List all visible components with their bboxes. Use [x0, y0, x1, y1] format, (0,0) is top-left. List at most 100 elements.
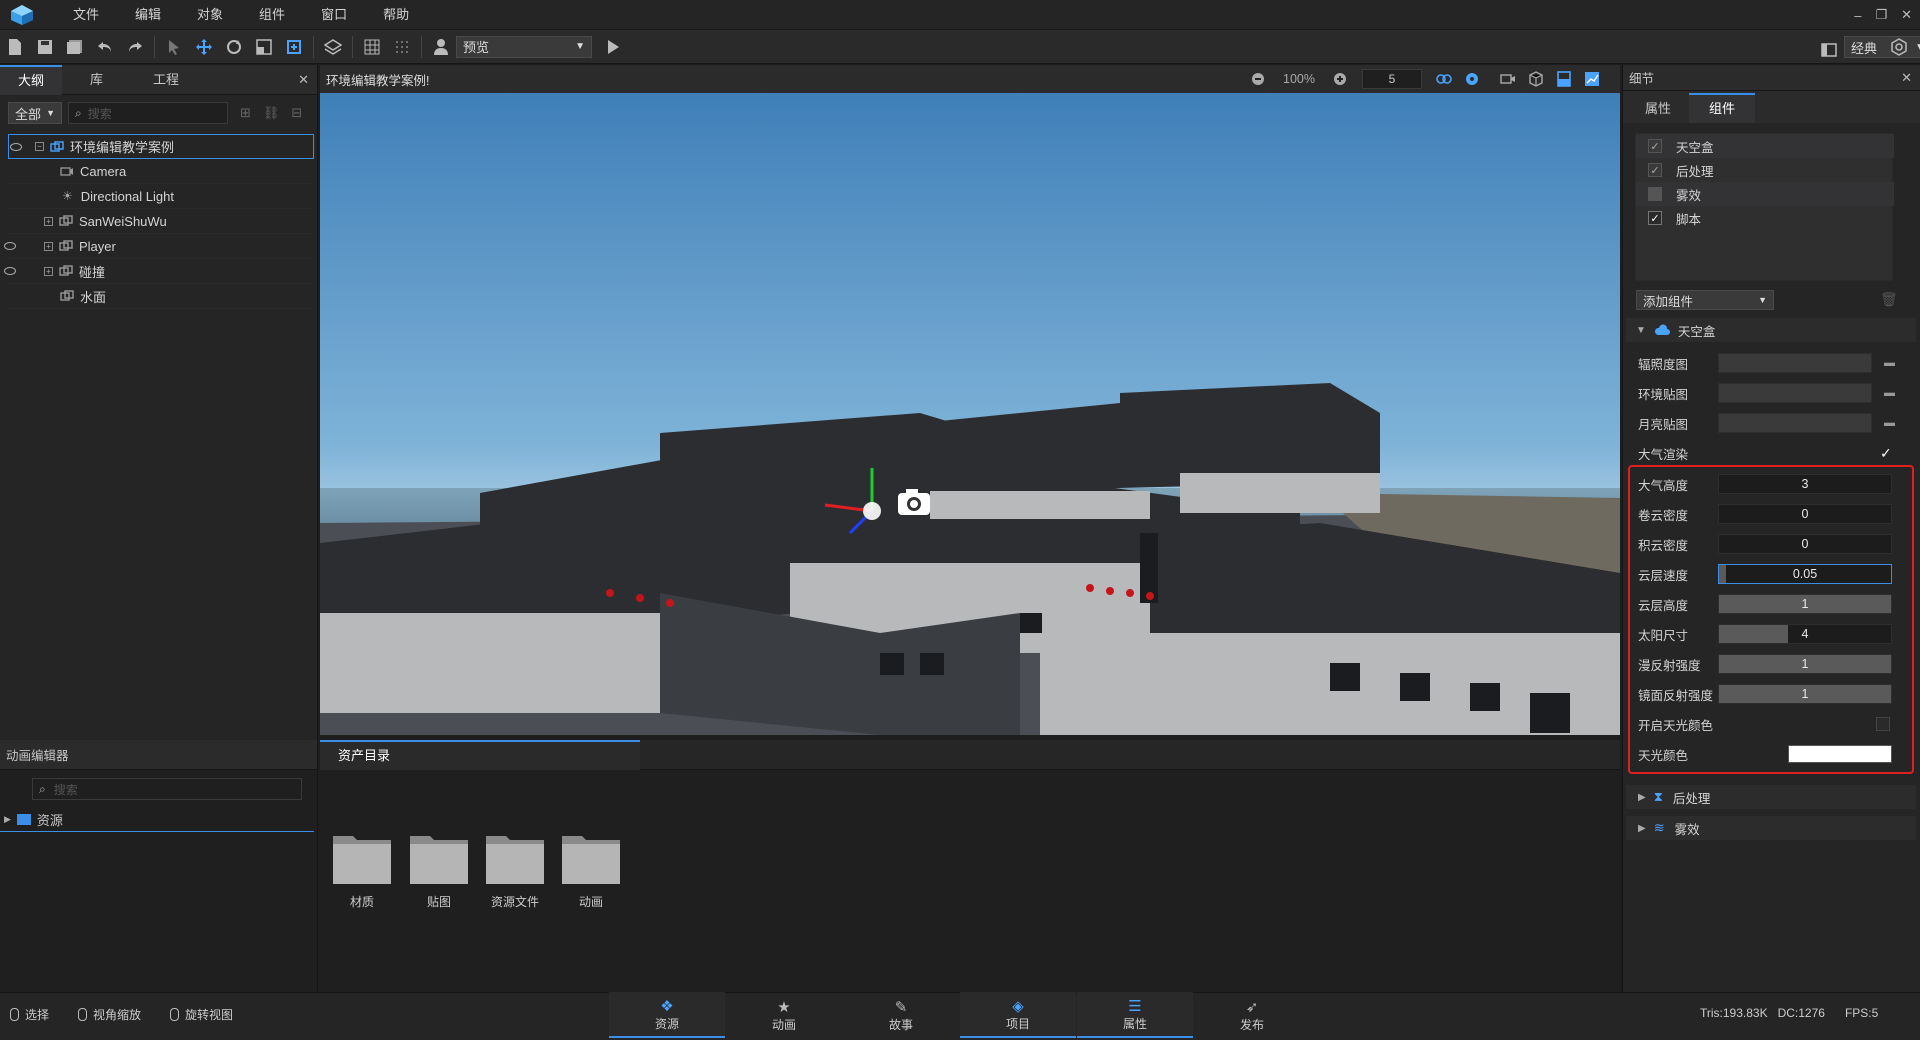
stats-toggle-icon[interactable]	[1578, 65, 1606, 93]
grid-dots-icon[interactable]	[387, 32, 417, 62]
cloud-speed-field[interactable]: 0.05	[1718, 564, 1892, 584]
component-fog[interactable]: 雾效	[1636, 182, 1894, 206]
tab-attributes[interactable]: ☰ 属性	[1077, 992, 1193, 1038]
mode-zoom-view[interactable]: 视角缩放	[78, 1006, 141, 1023]
restore-button[interactable]: ❐	[1875, 7, 1887, 23]
tab-library[interactable]: 库	[62, 65, 131, 95]
tree-item-camera[interactable]: Camera	[8, 159, 314, 184]
camera-speed-input[interactable]: 5	[1362, 69, 1422, 89]
layout-icon[interactable]	[1814, 35, 1844, 65]
component-fog-checkbox[interactable]	[1648, 187, 1662, 201]
tab-asset-directory[interactable]: 资产目录	[320, 739, 640, 770]
environment-map-field[interactable]	[1718, 383, 1872, 403]
folder-materials-icon[interactable]	[331, 830, 393, 886]
moon-map-field[interactable]	[1718, 413, 1872, 433]
folder-icon[interactable]: ▬	[1884, 357, 1895, 369]
section-postprocess[interactable]: ▶ ⧗ 后处理	[1626, 785, 1916, 809]
section-fog[interactable]: ▶ ≋ 雾效	[1626, 816, 1916, 840]
tab-story[interactable]: ✎ 故事	[843, 992, 959, 1038]
tab-outline[interactable]: 大纲	[0, 64, 63, 95]
save-all-icon[interactable]	[60, 32, 90, 62]
zoom-in-icon[interactable]	[1326, 65, 1354, 93]
move-tool-icon[interactable]	[189, 32, 219, 62]
atmosphere-height-field[interactable]: 3	[1718, 474, 1892, 494]
sky-color-swatch[interactable]	[1788, 745, 1892, 763]
menu-object[interactable]: 对象	[179, 0, 241, 30]
component-script-checkbox[interactable]: ✓	[1648, 211, 1662, 225]
folder-textures-icon[interactable]	[408, 830, 470, 886]
save-icon[interactable]	[30, 32, 60, 62]
component-skybox-checkbox[interactable]: ✓	[1648, 139, 1662, 153]
close-icon[interactable]: ✕	[298, 72, 309, 88]
rotate-tool-icon[interactable]	[219, 32, 249, 62]
expand-icon[interactable]: +	[44, 216, 53, 226]
settings-hex-icon[interactable]	[1884, 32, 1914, 62]
menu-window[interactable]: 窗口	[303, 0, 365, 30]
tab-publish[interactable]: ➶ 发布	[1194, 992, 1310, 1038]
tree-item-collision[interactable]: + 碰撞	[4, 259, 314, 284]
camera-view-icon[interactable]	[1494, 65, 1522, 93]
preview-mode-select[interactable]: 预览 ▼	[456, 35, 592, 58]
delete-component-icon[interactable]: 🗑	[1880, 291, 1898, 308]
collapse-tree-icon[interactable]: ⊟	[291, 105, 302, 121]
component-postprocess[interactable]: ✓ 后处理	[1636, 158, 1894, 182]
cumulus-density-field[interactable]: 0	[1718, 534, 1892, 554]
expand-icon[interactable]: +	[44, 241, 53, 251]
zoom-out-icon[interactable]	[1244, 65, 1272, 93]
visibility-eye-icon[interactable]	[4, 242, 16, 250]
menu-help[interactable]: 帮助	[365, 0, 427, 30]
transform-space-icon[interactable]	[1430, 65, 1458, 93]
tree-item-sanweishuwu[interactable]: + SanWeiShuWu	[8, 209, 314, 234]
expand-icon[interactable]: +	[44, 266, 53, 276]
sun-size-slider[interactable]: 4	[1718, 624, 1892, 644]
mode-rotate-view[interactable]: 旋转视图	[170, 1006, 233, 1023]
asset-tree-root[interactable]: ▶ 资源	[0, 808, 314, 832]
folder-resources-icon[interactable]	[484, 830, 546, 886]
select-tool-icon[interactable]	[159, 32, 189, 62]
specular-intensity-slider[interactable]: 1	[1718, 684, 1892, 704]
tab-animation[interactable]: ★ 动画	[726, 992, 842, 1038]
tab-components[interactable]: 组件	[1689, 93, 1756, 123]
folder-icon[interactable]: ▬	[1884, 417, 1895, 429]
character-icon[interactable]	[426, 32, 456, 62]
menu-component[interactable]: 组件	[241, 0, 303, 30]
component-postprocess-checkbox[interactable]: ✓	[1648, 163, 1662, 177]
add-component-select[interactable]: 添加组件 ▼	[1636, 290, 1774, 310]
snap-icon[interactable]	[318, 32, 348, 62]
folder-icon[interactable]: ▬	[1884, 387, 1895, 399]
panel-toggle-icon[interactable]	[1550, 65, 1578, 93]
scale-tool-icon[interactable]	[249, 32, 279, 62]
undo-icon[interactable]	[90, 32, 120, 62]
enable-sky-color-checkbox[interactable]	[1876, 717, 1890, 731]
collapse-icon[interactable]: −	[35, 142, 44, 151]
expand-tree-icon[interactable]: ⊞	[240, 105, 251, 121]
play-icon[interactable]	[598, 32, 628, 62]
tree-item-water[interactable]: 水面	[8, 284, 314, 309]
component-skybox[interactable]: ✓ 天空盒	[1636, 134, 1894, 158]
cloud-height-slider[interactable]: 1	[1718, 594, 1892, 614]
link-icon[interactable]: ⛓	[263, 105, 280, 121]
visibility-eye-icon[interactable]	[4, 267, 16, 275]
animation-search-input[interactable]: ⌕ 搜索	[32, 778, 302, 800]
grid-icon[interactable]	[357, 32, 387, 62]
new-file-icon[interactable]	[0, 32, 30, 62]
tab-properties[interactable]: 属性	[1627, 95, 1689, 123]
irradiance-map-field[interactable]	[1718, 353, 1872, 373]
component-script[interactable]: ✓ 脚本	[1636, 206, 1894, 230]
tab-project[interactable]: 工程	[131, 65, 201, 95]
menu-file[interactable]: 文件	[55, 0, 117, 30]
cirrus-density-field[interactable]: 0	[1718, 504, 1892, 524]
scene-render[interactable]	[320, 93, 1620, 735]
outline-search-input[interactable]: ⌕ 搜索	[68, 102, 228, 124]
folder-animations-icon[interactable]	[560, 830, 622, 886]
tree-item-root[interactable]: − 环境编辑教学案例	[8, 134, 314, 159]
gizmo-settings-icon[interactable]	[1458, 65, 1486, 93]
tab-resources[interactable]: ❖ 资源	[609, 992, 725, 1038]
diffuse-intensity-slider[interactable]: 1	[1718, 654, 1892, 674]
menu-edit[interactable]: 编辑	[117, 0, 179, 30]
close-button[interactable]: ✕	[1901, 7, 1912, 23]
atmosphere-render-checkbox[interactable]: ✓	[1880, 445, 1892, 462]
minimize-button[interactable]: –	[1854, 8, 1861, 23]
redo-icon[interactable]	[120, 32, 150, 62]
mode-select[interactable]: 选择	[10, 1006, 49, 1023]
